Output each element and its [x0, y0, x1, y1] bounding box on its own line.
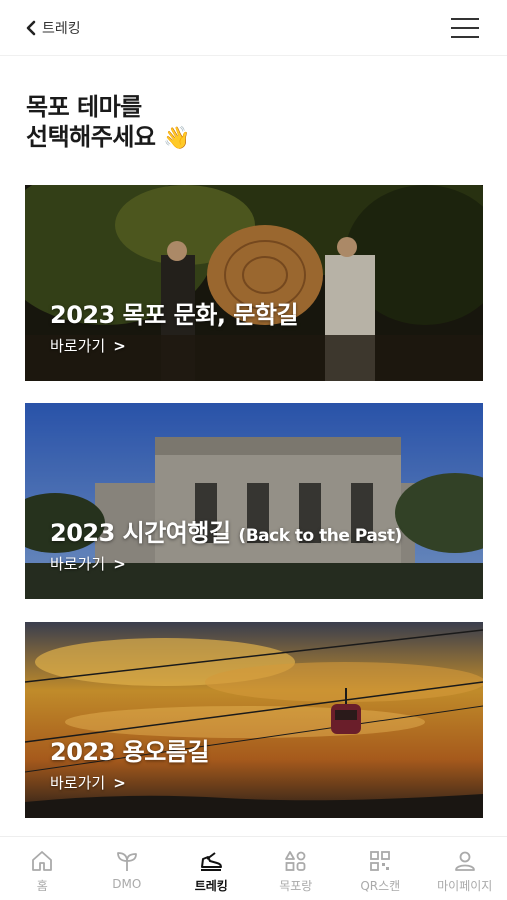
nav-label-qr-scan: QR스캔 — [360, 879, 401, 893]
nav-item-home[interactable]: 홈 — [0, 837, 85, 900]
chevron-right-icon: > — [113, 773, 126, 792]
go-link[interactable]: 바로가기 > — [50, 772, 126, 793]
sprout-icon — [116, 852, 137, 871]
nav-item-qr-scan[interactable]: QR스캔 — [338, 837, 423, 900]
theme-card-culture[interactable]: 2023 목포 문화, 문학길 바로가기 > — [25, 185, 483, 381]
nav-item-mypage[interactable]: 마이페이지 — [423, 837, 507, 900]
chevron-left-icon — [26, 20, 36, 36]
nav-item-dmo[interactable]: DMO — [85, 837, 170, 900]
qr-icon — [370, 851, 391, 871]
shapes-icon — [284, 851, 306, 871]
nav-label-home: 홈 — [36, 879, 48, 893]
nav-item-mokporang[interactable]: 목포랑 — [254, 837, 339, 900]
back-label: 트레킹 — [42, 21, 81, 37]
chevron-right-icon: > — [113, 554, 126, 573]
nav-item-trekking[interactable]: 트레킹 — [169, 837, 254, 900]
home-icon — [32, 851, 53, 871]
go-link[interactable]: 바로가기 > — [50, 553, 126, 574]
theme-card-yongoreum[interactable]: 2023 용오름길 바로가기 > — [25, 622, 483, 818]
bottom-nav: 홈 DMO 트레킹 목포랑 QR스캔 마이페이지 — [0, 836, 507, 900]
person-icon — [454, 851, 475, 871]
chevron-right-icon: > — [113, 336, 126, 355]
card-title: 2023 목포 문화, 문학길 — [50, 301, 299, 329]
nav-label-dmo: DMO — [112, 877, 142, 891]
page-title-line2: 선택해주세요 — [26, 123, 156, 151]
theme-card-time-travel[interactable]: 2023 시간여행길 (Back to the Past) 바로가기 > — [25, 403, 483, 599]
nav-label-mypage: 마이페이지 — [437, 879, 493, 893]
card-title: 2023 용오름길 — [50, 738, 209, 766]
go-link-label: 바로가기 — [50, 337, 106, 355]
page-title: 목포 테마를 선택해주세요 👋 — [26, 92, 191, 154]
top-bar: 트레킹 — [0, 0, 507, 56]
waving-hand-icon: 👋 — [163, 126, 191, 151]
page-title-line1: 목포 테마를 — [26, 93, 142, 121]
go-link[interactable]: 바로가기 > — [50, 335, 126, 356]
go-link-label: 바로가기 — [50, 774, 106, 792]
nav-label-trekking: 트레킹 — [194, 879, 228, 893]
shoe-icon — [201, 852, 223, 871]
nav-label-mokporang: 목포랑 — [279, 879, 313, 893]
go-link-label: 바로가기 — [50, 555, 106, 573]
card-title: 2023 시간여행길 (Back to the Past) — [50, 519, 402, 547]
hamburger-menu-icon[interactable] — [451, 16, 481, 40]
back-button[interactable]: 트레킹 — [24, 16, 81, 40]
